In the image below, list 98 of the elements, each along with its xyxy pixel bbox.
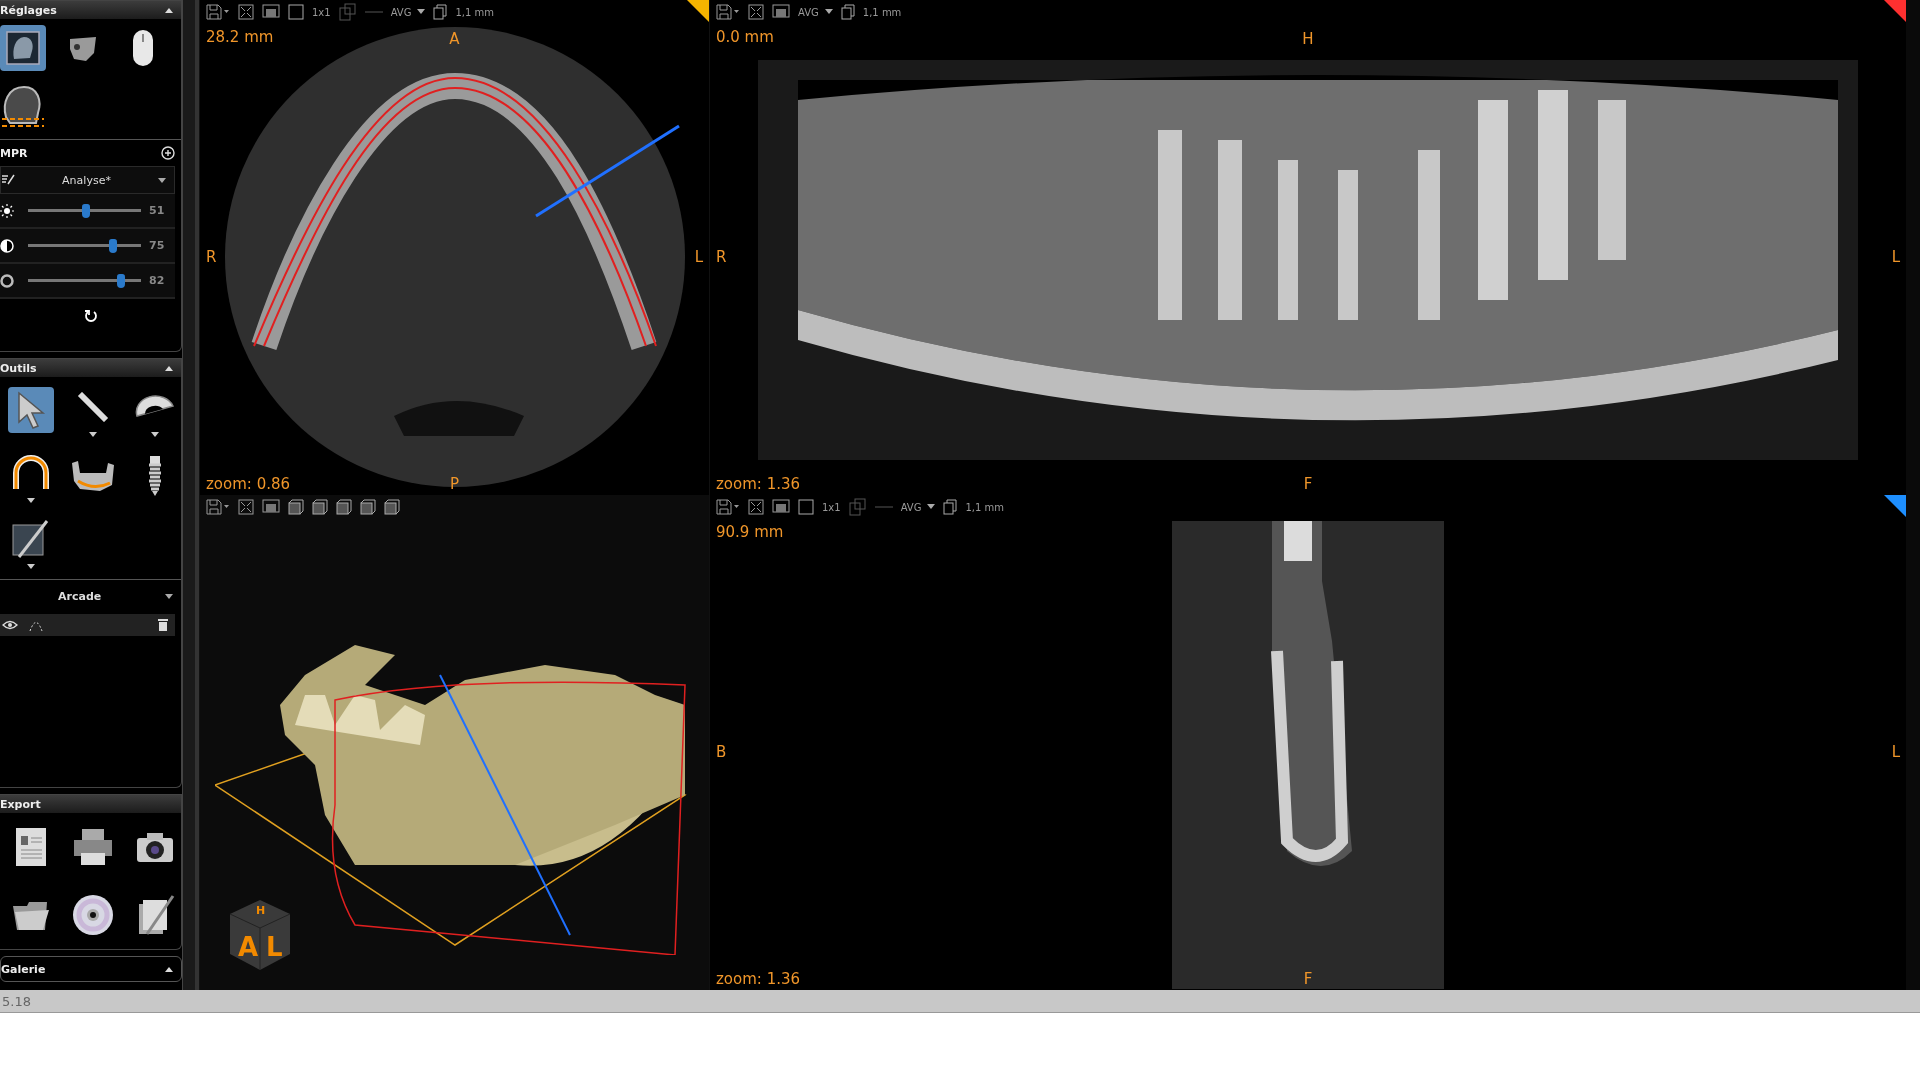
caret-icon[interactable] [89, 431, 97, 437]
slider-thumb[interactable] [81, 203, 90, 218]
orientation-label: L [1891, 742, 1900, 761]
cube-face-label: H [256, 904, 266, 917]
screen-icon[interactable] [772, 4, 790, 20]
gamma-icon [0, 273, 14, 288]
orientation-label: F [1303, 475, 1313, 493]
scrollbar[interactable] [183, 0, 199, 990]
mpr-label: MPR [0, 146, 28, 160]
printer-icon[interactable] [72, 827, 114, 867]
toolbar-label[interactable]: 1,1 mm [455, 6, 495, 18]
orientation-label: F [1303, 970, 1313, 988]
report-icon[interactable] [13, 826, 49, 868]
gallery-header[interactable]: Galerie [0, 956, 182, 982]
eye-icon[interactable] [2, 620, 18, 630]
preset-dropdown[interactable]: Analyse* [0, 166, 175, 194]
slider-thumb[interactable] [108, 238, 117, 253]
caret-icon [158, 177, 166, 183]
camera-icon[interactable] [135, 830, 175, 864]
pointer-icon [15, 391, 47, 429]
slider-thumb[interactable] [116, 273, 125, 288]
trash-icon[interactable] [157, 618, 169, 632]
orientation-label: R [206, 247, 217, 266]
orientation-cube-icon[interactable] [228, 898, 292, 972]
caret-icon[interactable] [27, 497, 35, 503]
mode-dropdown[interactable]: AVG [390, 6, 426, 18]
contrast-icon [0, 238, 14, 253]
version-text: 5.18 [2, 993, 31, 1009]
save-icon[interactable] [716, 4, 740, 20]
view-mode-button[interactable] [0, 83, 46, 129]
slider-value: 51 [149, 204, 166, 217]
cube-view-icon[interactable] [288, 499, 304, 515]
copy-icon[interactable] [433, 4, 448, 20]
save-icon[interactable] [206, 4, 230, 20]
orientation-label: A [449, 30, 460, 48]
jaw-icon [70, 459, 116, 493]
copy-icon[interactable] [840, 4, 855, 20]
object-dropdown[interactable]: Arcade [0, 584, 181, 608]
orientation-label: R [716, 247, 727, 266]
fit-icon[interactable] [238, 499, 254, 515]
cube-face-label: A [238, 932, 259, 962]
corner-marker-icon [1884, 495, 1906, 517]
toolbar-label[interactable]: 1,1 mm [862, 6, 902, 18]
caret-icon[interactable] [151, 431, 159, 437]
caret-icon[interactable] [27, 563, 35, 569]
mouse-icon [131, 28, 155, 68]
measure-label: 0.0 mm [716, 28, 774, 46]
orientation-label: L [1891, 247, 1900, 266]
view-mode-button[interactable] [0, 25, 46, 71]
mode-dropdown[interactable]: AVG [900, 501, 936, 513]
orientation-label: L [694, 247, 703, 266]
measure-label: 28.2 mm [206, 28, 274, 46]
cube-view-icon[interactable] [360, 499, 376, 515]
screen-icon[interactable] [772, 499, 790, 515]
toolbar-label[interactable]: 1x1 [822, 501, 841, 513]
zoom-label: zoom: 1.36 [716, 475, 801, 493]
object-row[interactable] [0, 614, 175, 636]
fit-icon[interactable] [238, 4, 254, 20]
fit-icon[interactable] [748, 4, 764, 20]
brush-icon [1, 174, 15, 186]
section-header[interactable]: Export [0, 795, 181, 813]
cube-face-label: L [266, 932, 283, 962]
cube-view-icon[interactable] [336, 499, 352, 515]
copy-icon[interactable] [943, 499, 958, 515]
reset-icon[interactable] [83, 309, 98, 323]
collapse-icon[interactable] [165, 7, 173, 13]
orientation-label: B [716, 742, 727, 761]
slider-value: 82 [149, 274, 166, 287]
disc-icon[interactable] [72, 894, 114, 936]
screen-icon[interactable] [262, 4, 280, 20]
section-header[interactable]: Outils [0, 359, 181, 377]
square-icon[interactable] [288, 4, 304, 20]
mode-dropdown[interactable]: AVG [798, 6, 833, 18]
implant-icon [147, 455, 163, 497]
cube-view-icon[interactable] [312, 499, 328, 515]
slider-value: 75 [149, 239, 166, 252]
zoom-label: zoom: 1.36 [716, 970, 801, 988]
save-icon[interactable] [716, 499, 740, 515]
orientation-label: H [1302, 30, 1314, 48]
toolbar-label[interactable]: 1x1 [312, 6, 331, 18]
save-icon[interactable] [206, 499, 230, 515]
collapse-icon[interactable] [165, 365, 173, 371]
screen-icon[interactable] [262, 499, 280, 515]
cube-view-icon[interactable] [384, 499, 400, 515]
brightness-icon [0, 203, 14, 218]
corner-marker-icon [1884, 0, 1906, 22]
square-icon[interactable] [798, 499, 814, 515]
section-header[interactable]: Réglages [0, 1, 181, 19]
measure-label: 90.9 mm [716, 523, 784, 541]
add-icon[interactable] [161, 146, 175, 160]
image-pen-icon [11, 518, 51, 559]
fit-icon[interactable] [748, 499, 764, 515]
toolbar-label[interactable]: 1,1 mm [965, 501, 1005, 513]
expand-icon[interactable] [165, 966, 173, 972]
corner-marker-icon [687, 0, 709, 22]
caret-icon [165, 593, 173, 599]
orientation-label: P [450, 475, 459, 493]
zoom-label: zoom: 0.86 [206, 475, 291, 493]
